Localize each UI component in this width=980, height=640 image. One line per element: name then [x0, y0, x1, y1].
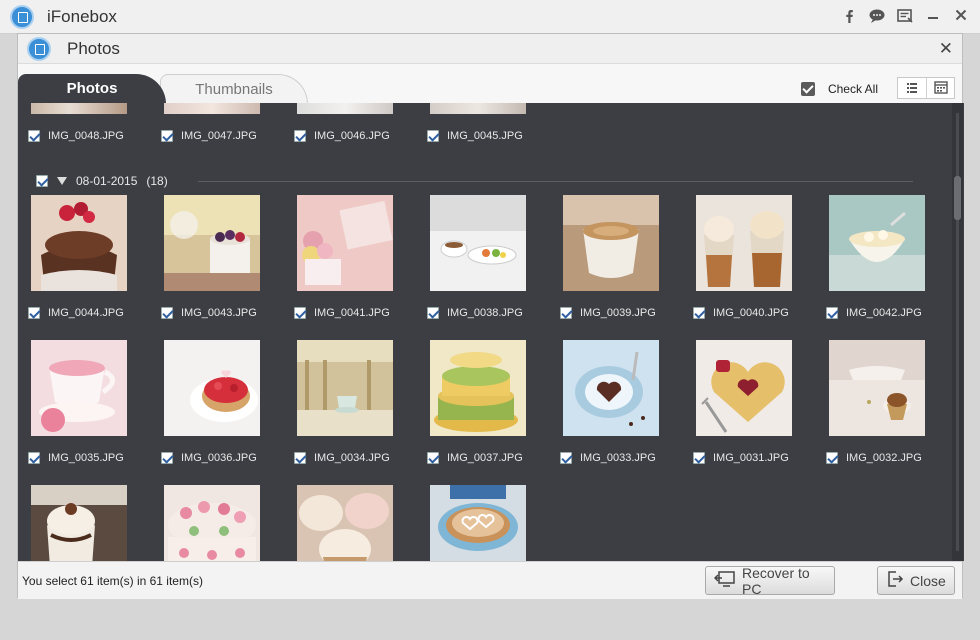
photo-caption[interactable]: IMG_0034.JPG	[294, 452, 390, 464]
photo-caption[interactable]: IMG_0036.JPG	[161, 452, 257, 464]
photo-caption[interactable]: IMG_0038.JPG	[427, 307, 523, 319]
close-label: Close	[910, 572, 946, 589]
photo-thumbnail[interactable]	[31, 340, 127, 436]
photo-caption[interactable]: IMG_0044.JPG	[28, 307, 124, 319]
photo-checkbox[interactable]	[826, 307, 838, 319]
view-toggle	[897, 77, 955, 99]
photo-checkbox[interactable]	[161, 452, 173, 464]
tab-thumbnails[interactable]: Thumbnails	[160, 74, 308, 104]
tab-bar: Thumbnails Photos Check All	[18, 64, 962, 104]
facebook-icon[interactable]	[840, 6, 858, 26]
recover-icon	[713, 570, 736, 591]
photo-checkbox[interactable]	[294, 307, 306, 319]
photo-thumbnail[interactable]	[829, 340, 925, 436]
photo-thumbnail[interactable]	[430, 485, 526, 561]
photo-checkbox[interactable]	[427, 452, 439, 464]
photo-checkbox[interactable]	[28, 452, 40, 464]
check-all-checkbox[interactable]	[800, 82, 815, 96]
calendar-view-icon[interactable]	[927, 78, 955, 98]
chat-icon[interactable]	[868, 6, 886, 26]
photo-thumbnail[interactable]	[164, 195, 260, 291]
photo-thumbnail[interactable]	[164, 103, 260, 114]
photo-caption[interactable]: IMG_0040.JPG	[693, 307, 789, 319]
photo-thumbnail[interactable]	[31, 195, 127, 291]
photo-thumbnail[interactable]	[430, 340, 526, 436]
recover-label: Recover to PC	[742, 564, 810, 597]
dialog-titlebar: Photos ✕	[18, 34, 962, 64]
photo-checkbox[interactable]	[161, 307, 173, 319]
photo-checkbox[interactable]	[28, 307, 40, 319]
date-group-header[interactable]: 08-01-2015 (18)	[36, 174, 168, 188]
photo-thumbnail[interactable]	[430, 195, 526, 291]
app-title: iFonebox	[47, 7, 117, 26]
photo-thumbnail[interactable]	[696, 195, 792, 291]
tab-photos[interactable]: Photos	[18, 74, 166, 104]
photo-thumbnail[interactable]	[563, 195, 659, 291]
photo-caption[interactable]: IMG_0045.JPG	[427, 130, 523, 142]
check-all[interactable]: Check All	[800, 82, 878, 96]
photo-checkbox[interactable]	[161, 130, 173, 142]
group-checkbox[interactable]	[36, 175, 48, 187]
photo-caption[interactable]: IMG_0037.JPG	[427, 452, 523, 464]
group-divider	[198, 181, 913, 182]
photo-caption[interactable]: IMG_0043.JPG	[161, 307, 257, 319]
dialog-close-icon[interactable]: ✕	[939, 39, 953, 59]
photo-grid: IMG_0048.JPG IMG_0047.JPG IMG_0046.JPG I…	[18, 103, 964, 561]
exit-icon	[886, 570, 904, 591]
photo-caption[interactable]: IMG_0035.JPG	[28, 452, 124, 464]
ifonebox-logo-icon	[10, 5, 34, 29]
group-count: (18)	[146, 174, 168, 188]
photo-checkbox[interactable]	[693, 452, 705, 464]
photo-checkbox[interactable]	[826, 452, 838, 464]
selection-status: You select 61 item(s) in 61 item(s)	[22, 574, 203, 588]
photo-thumbnail[interactable]	[297, 103, 393, 114]
photo-checkbox[interactable]	[560, 452, 572, 464]
list-view-icon[interactable]	[898, 78, 927, 98]
photo-thumbnail[interactable]	[31, 485, 127, 561]
dialog-footer: You select 61 item(s) in 61 item(s) Reco…	[18, 561, 962, 599]
photo-checkbox[interactable]	[427, 130, 439, 142]
scrollbar-thumb[interactable]	[954, 176, 961, 220]
recover-to-pc-button[interactable]: Recover to PC	[705, 564, 835, 597]
photo-thumbnail[interactable]	[31, 103, 127, 114]
photo-thumbnail[interactable]	[829, 195, 925, 291]
group-date: 08-01-2015	[76, 174, 138, 188]
photo-caption[interactable]: IMG_0031.JPG	[693, 452, 789, 464]
photo-caption[interactable]: IMG_0048.JPG	[28, 130, 124, 142]
photo-caption[interactable]: IMG_0047.JPG	[161, 130, 257, 142]
photo-caption[interactable]: IMG_0046.JPG	[294, 130, 390, 142]
check-all-label: Check All	[827, 82, 878, 96]
photo-thumbnail[interactable]	[164, 485, 260, 561]
photo-thumbnail[interactable]	[430, 103, 526, 114]
photo-caption[interactable]: IMG_0042.JPG	[826, 307, 922, 319]
app-titlebar: iFonebox	[0, 0, 980, 34]
photo-checkbox[interactable]	[294, 130, 306, 142]
dialog-logo-icon	[27, 37, 51, 61]
window-controls	[840, 6, 970, 26]
minimize-icon[interactable]	[924, 6, 942, 26]
photo-checkbox[interactable]	[427, 307, 439, 319]
photo-thumbnail[interactable]	[297, 195, 393, 291]
photo-thumbnail[interactable]	[297, 340, 393, 436]
close-button[interactable]: Close	[877, 566, 955, 595]
dialog-title: Photos	[67, 39, 120, 58]
photo-checkbox[interactable]	[28, 130, 40, 142]
photo-thumbnail[interactable]	[297, 485, 393, 561]
photo-caption[interactable]: IMG_0039.JPG	[560, 307, 656, 319]
photo-caption[interactable]: IMG_0032.JPG	[826, 452, 922, 464]
photo-caption[interactable]: IMG_0041.JPG	[294, 307, 390, 319]
photos-dialog: Photos ✕ Thumbnails Photos Check All IMG…	[17, 33, 964, 599]
photo-checkbox[interactable]	[294, 452, 306, 464]
photo-thumbnail[interactable]	[696, 340, 792, 436]
register-icon[interactable]	[896, 6, 914, 26]
photo-thumbnail[interactable]	[164, 340, 260, 436]
vertical-scrollbar[interactable]	[952, 103, 963, 561]
photo-checkbox[interactable]	[560, 307, 572, 319]
photo-caption[interactable]: IMG_0033.JPG	[560, 452, 656, 464]
collapse-triangle-icon[interactable]	[57, 177, 67, 185]
photo-thumbnail[interactable]	[563, 340, 659, 436]
close-app-icon[interactable]	[952, 6, 970, 26]
photo-checkbox[interactable]	[693, 307, 705, 319]
